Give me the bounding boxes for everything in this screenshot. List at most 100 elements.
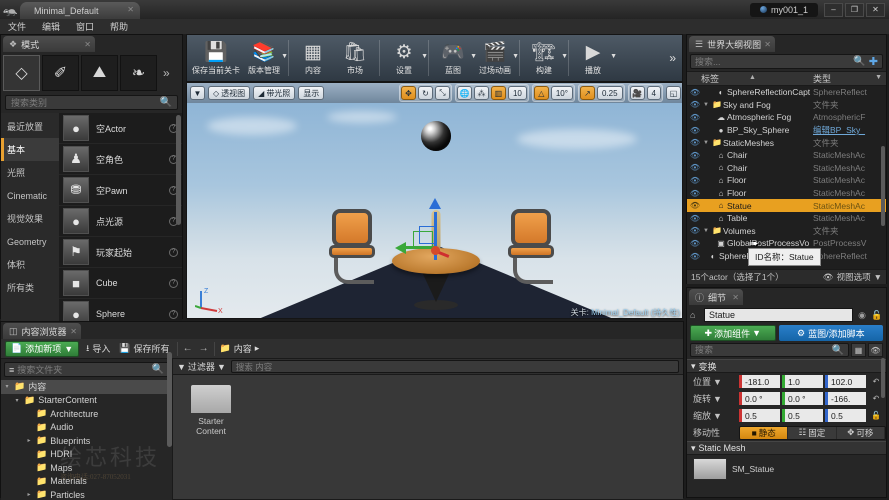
expander-icon[interactable]: ▼ — [703, 228, 711, 234]
grid-snap-value[interactable]: 10 — [508, 86, 527, 100]
scrollbar[interactable] — [167, 352, 172, 447]
chair-right[interactable] — [511, 209, 554, 284]
menu-item-file[interactable]: 文件 — [8, 20, 26, 33]
close-icon[interactable]: ✕ — [764, 40, 771, 49]
tree-item-materials[interactable]: 📁 Materials — [1, 475, 172, 489]
close-icon[interactable]: ✕ — [70, 327, 77, 336]
add-component-button[interactable]: ✚ 添加组件 ▼ — [690, 325, 776, 341]
eye-icon[interactable]: 👁 — [687, 163, 703, 172]
gizmo-center[interactable] — [431, 246, 440, 255]
close-icon[interactable]: ✕ — [127, 5, 134, 14]
viewport-scene[interactable]: Z X 关卡: Minimal_Default (持久性) — [187, 103, 683, 319]
content-browser-tab[interactable]: ◫ 内容浏览器 ✕ — [3, 323, 81, 339]
category-recently-placed[interactable]: 最近放置 — [1, 115, 59, 138]
coordinate-space-button[interactable]: 🌐 — [457, 86, 472, 100]
level-viewport[interactable]: ▼ ◇ 透视图 ◢ 带光照 显示 ✥ ↻ ⤡ 🌐 ⁂ ▥ 10 — [186, 82, 683, 319]
add-new-button[interactable]: 📄 添加新项 ▼ — [5, 341, 79, 357]
breadcrumb-arrow-icon[interactable]: ▸ — [255, 343, 260, 354]
rotation-z-field[interactable]: -166. — [825, 392, 866, 405]
scale-snap-value[interactable]: 0.25 — [597, 86, 623, 100]
column-label[interactable]: 标签 ▲ — [687, 72, 813, 85]
column-type[interactable]: 类型 ▼ — [813, 72, 886, 85]
details-panel-tab[interactable]: ⓘ 细节 ✕ — [689, 289, 743, 305]
scale-lock-icon[interactable]: 🔓 — [866, 411, 886, 420]
back-icon[interactable]: ← — [183, 343, 193, 354]
eye-icon[interactable]: 👁 — [687, 138, 703, 147]
minimize-button[interactable]: – — [824, 3, 843, 17]
mobility-movable-button[interactable]: ✥ 可移 — [837, 427, 885, 439]
lock-icon[interactable]: 🔓 — [871, 310, 883, 321]
help-icon[interactable]: ? — [169, 310, 178, 319]
gizmo-z-arrow[interactable] — [429, 198, 441, 209]
category-cinematic[interactable]: Cinematic — [1, 184, 59, 207]
chevron-down-icon[interactable]: ▼ — [875, 74, 882, 81]
chair-left[interactable] — [332, 209, 375, 284]
outliner-view-options-button[interactable]: 👁 视图选项 ▼ — [823, 271, 882, 283]
list-item[interactable]: ♟ 空角色 ? — [59, 144, 182, 175]
forward-icon[interactable]: → — [199, 343, 209, 354]
mobility-static-button[interactable]: ■ 静态 — [740, 427, 788, 439]
details-visibility-button[interactable]: 👁 — [868, 343, 883, 357]
paint-mode-button[interactable]: ✐ — [42, 55, 79, 91]
lighting-mode-button[interactable]: ◢ 带光照 — [253, 86, 295, 100]
eye-icon[interactable]: 👁 — [687, 214, 703, 223]
modes-search-input[interactable] — [11, 98, 160, 108]
foliage-mode-button[interactable]: ❧ — [120, 55, 157, 91]
reflection-sphere[interactable] — [421, 121, 451, 151]
show-menu-button[interactable]: 显示 — [298, 86, 324, 100]
more-modes-icon[interactable]: » — [163, 66, 170, 80]
expander-icon[interactable]: ▸ — [25, 491, 33, 498]
outliner-panel-tab[interactable]: ☰ 世界大纲视图 ✕ — [689, 36, 775, 52]
maximize-button[interactable]: ❐ — [845, 3, 864, 17]
scale-tool-button[interactable]: ⤡ — [435, 86, 450, 100]
menu-item-help[interactable]: 帮助 — [110, 20, 128, 33]
scale-y-field[interactable]: 0.5 — [782, 409, 823, 422]
location-x-field[interactable]: -181.0 — [739, 375, 780, 388]
category-geometry[interactable]: Geometry — [1, 230, 59, 253]
actor-name-field[interactable] — [704, 308, 853, 322]
folder-search-input[interactable] — [17, 365, 148, 375]
table-row[interactable]: 👁 ⌂Table StaticMeshAc — [687, 212, 886, 225]
expander-icon[interactable]: ▸ — [25, 437, 33, 444]
asset-view-panel[interactable]: ▼ 过滤器 ▼ Starter Content 1 项 👁 — [173, 359, 683, 500]
table-row[interactable]: 👁 ⌂Chair StaticMeshAc — [687, 162, 886, 175]
scrollbar[interactable] — [176, 115, 181, 225]
category-visual-effects[interactable]: 视觉效果 — [1, 207, 59, 230]
scrollbar[interactable] — [881, 358, 885, 398]
category-volumes[interactable]: 体积 — [1, 253, 59, 276]
folder-search[interactable]: ≡ 🔍 — [4, 362, 169, 377]
tree-item-blueprints[interactable]: ▸ 📁 Blueprints — [1, 434, 172, 448]
close-icon[interactable]: ✕ — [84, 40, 91, 49]
tree-item-maps[interactable]: 📁 Maps — [1, 461, 172, 475]
chevron-down-icon[interactable]: ▼ — [713, 411, 722, 421]
rotation-y-field[interactable]: 0.0 ° — [782, 392, 823, 405]
table-row[interactable]: 👁 ◐SphereReflectionCapt SphereReflect — [687, 86, 886, 99]
table-row[interactable]: 👁 ●BP_Sky_Sphere 编辑BP_Sky_ — [687, 124, 886, 137]
scale-snap-toggle[interactable]: ↗ — [580, 86, 595, 100]
tree-item-startercontent[interactable]: ▾ 📁 StarterContent — [1, 394, 172, 408]
row-type-link[interactable]: 编辑BP_Sky_ — [813, 124, 886, 136]
asset-search[interactable] — [231, 360, 679, 373]
tree-filter-icon[interactable]: ≡ — [9, 365, 14, 375]
eye-icon[interactable]: 👁 — [687, 113, 703, 122]
add-actor-icon[interactable]: ✚ — [869, 55, 878, 68]
table-row[interactable]: 👁 ⌂Chair StaticMeshAc — [687, 149, 886, 162]
import-button[interactable]: ⭳ 导入 — [84, 341, 112, 357]
eye-icon[interactable]: 👁 — [687, 239, 703, 248]
help-icon[interactable]: ? — [169, 248, 178, 257]
gizmo-x-arrow[interactable] — [395, 242, 406, 254]
details-search-input[interactable] — [695, 345, 832, 355]
save-current-level-button[interactable]: 💾 保存当前关卡 — [189, 35, 243, 81]
eye-icon[interactable]: 👁 — [687, 151, 703, 160]
play-button[interactable]: ▶ 播放 ▼ — [572, 35, 614, 81]
static-mesh-thumbnail[interactable] — [693, 458, 727, 480]
toolbar-overflow-icon[interactable]: » — [669, 51, 680, 65]
table-row[interactable]: 👁 ▼📁Volumes 文件夹 — [687, 225, 886, 238]
secondary-project-tab[interactable]: my001_1 — [750, 3, 818, 17]
tree-item-particles[interactable]: ▸ 📁 Particles — [1, 488, 172, 500]
details-search[interactable]: 🔍 — [690, 343, 849, 357]
eye-icon[interactable]: 👁 — [687, 100, 703, 109]
list-item[interactable]: ⚑ 玩家起始 ? — [59, 237, 182, 268]
translate-tool-button[interactable]: ✥ — [401, 86, 416, 100]
breadcrumb[interactable]: 📁 内容 ▸ — [220, 342, 260, 355]
